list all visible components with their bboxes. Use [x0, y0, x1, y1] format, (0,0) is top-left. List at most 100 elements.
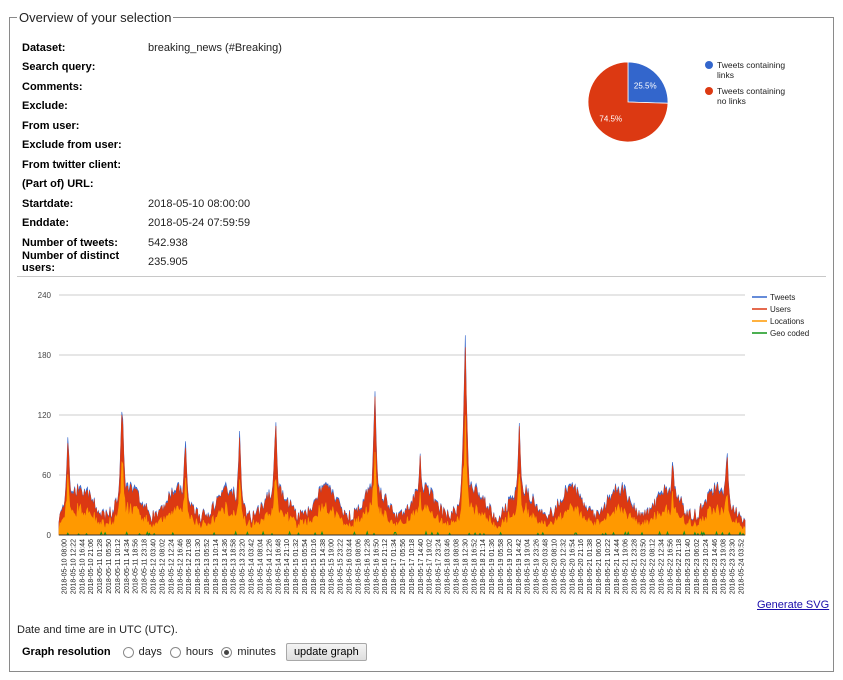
x-tick-label: 2018-05-15 05:54 [302, 539, 309, 594]
x-tick-label: 2018-05-19 10:20 [507, 539, 514, 594]
y-tick-label: 240 [38, 291, 52, 300]
x-tick-label: 2018-05-19 01:36 [489, 539, 496, 594]
info-row-startdate: Startdate: 2018-05-10 08:00:00 [22, 194, 282, 214]
info-label: Startdate: [22, 197, 74, 210]
x-tick-label: 2018-05-21 19:06 [623, 539, 630, 594]
x-tick-label: 2018-05-12 21:08 [186, 539, 193, 594]
x-tick-label: 2018-05-10 16:44 [79, 539, 86, 594]
resolution-option-days[interactable]: days [122, 646, 162, 658]
x-tick-label: 2018-05-20 21:16 [578, 539, 585, 594]
info-label: Exclude: [22, 100, 68, 113]
x-tick-label: 2018-05-19 14:42 [516, 539, 523, 594]
info-row-from-user: From user: [22, 116, 282, 136]
info-row-comments: Comments: [22, 77, 282, 97]
pie-legend-label: Tweets containing links [717, 60, 786, 80]
timezone-note: Date and time are in UTC (UTC). [17, 624, 178, 636]
x-tick-label: 2018-05-23 23:30 [730, 539, 737, 594]
pie-slice-label: 25.5% [634, 81, 657, 90]
x-tick-label: 2018-05-15 23:22 [338, 539, 345, 594]
info-value: 235.905 [148, 256, 188, 269]
x-tick-label: 2018-05-11 23:18 [142, 539, 149, 594]
radio-days[interactable] [122, 646, 134, 658]
legend-label: Users [770, 305, 791, 314]
x-tick-label: 2018-05-14 21:10 [284, 539, 291, 594]
info-row-exclude-user: Exclude from user: [22, 136, 282, 156]
x-tick-label: 2018-05-21 10:22 [605, 539, 612, 594]
x-tick-label: 2018-05-13 10:14 [213, 539, 220, 594]
x-tick-label: 2018-05-11 18:56 [133, 539, 140, 594]
x-tick-label: 2018-05-11 05:50 [106, 539, 113, 594]
pie-legend-item: Tweets containing no links [705, 86, 787, 106]
x-tick-label: 2018-05-12 12:24 [168, 539, 175, 594]
x-tick-label: 2018-05-17 10:18 [409, 539, 416, 594]
x-tick-label: 2018-05-16 21:12 [382, 539, 389, 594]
x-tick-label: 2018-05-18 08:08 [453, 539, 460, 594]
section-title: Overview of your selection [17, 10, 174, 25]
x-tick-label: 2018-05-16 16:50 [373, 539, 380, 594]
info-row-dataset: Dataset: breaking_news (#Breaking) [22, 38, 282, 58]
links-pie-chart: 25.5% 74.5% [587, 61, 669, 143]
info-label: (Part of) URL: [22, 178, 94, 191]
x-tick-label: 2018-05-15 14:38 [320, 539, 327, 594]
x-tick-label: 2018-05-13 23:20 [240, 539, 247, 594]
legend-dot-icon [705, 61, 713, 69]
resolution-label: Graph resolution [22, 646, 111, 658]
x-tick-label: 2018-05-14 03:42 [249, 539, 256, 594]
x-tick-label: 2018-05-17 23:24 [436, 539, 443, 594]
x-tick-label: 2018-05-15 19:00 [329, 539, 336, 594]
info-row-url: (Part of) URL: [22, 175, 282, 195]
x-tick-label: 2018-05-12 16:46 [177, 539, 184, 594]
x-tick-label: 2018-05-14 16:48 [275, 539, 282, 594]
x-tick-label: 2018-05-17 05:56 [400, 539, 407, 594]
x-tick-label: 2018-05-12 08:02 [159, 539, 166, 594]
x-tick-label: 2018-05-22 16:56 [667, 539, 674, 594]
radio-minutes[interactable] [221, 646, 233, 658]
x-tick-label: 2018-05-23 14:46 [712, 539, 719, 594]
x-tick-label: 2018-05-13 01:30 [195, 539, 202, 594]
info-value: 2018-05-10 08:00:00 [148, 197, 251, 210]
radio-hours[interactable] [169, 646, 181, 658]
pie-legend-label: Tweets containing no links [717, 86, 786, 106]
info-label: Number of distinct users: [22, 250, 120, 275]
y-tick-label: 60 [42, 471, 51, 480]
option-label: days [138, 646, 162, 658]
x-tick-label: 2018-05-15 01:32 [293, 539, 300, 594]
info-label: Number of tweets: [22, 236, 118, 249]
x-tick-label: 2018-05-13 14:36 [222, 539, 229, 594]
info-label: Search query: [22, 61, 96, 74]
x-tick-label: 2018-05-23 10:24 [703, 539, 710, 594]
x-tick-label: 2018-05-21 06:00 [596, 539, 603, 594]
x-tick-label: 2018-05-23 06:02 [694, 539, 701, 594]
info-label: Dataset: [22, 41, 66, 54]
pie-legend: Tweets containing links Tweets containing… [705, 60, 787, 112]
x-tick-label: 2018-05-14 12:26 [266, 539, 273, 594]
generate-svg-link[interactable]: Generate SVG [757, 599, 829, 611]
resolution-option-minutes[interactable]: minutes [221, 646, 276, 658]
x-tick-label: 2018-05-23 19:08 [721, 539, 728, 594]
x-tick-label: 2018-05-18 12:30 [462, 539, 469, 594]
legend-label: Geo coded [770, 329, 809, 338]
selection-info: Dataset: breaking_news (#Breaking) Search… [22, 38, 282, 275]
x-tick-label: 2018-05-16 03:44 [347, 539, 354, 594]
x-tick-label: 2018-05-17 19:02 [427, 539, 434, 594]
resolution-controls: Graph resolution days hours minutes upda… [22, 643, 367, 661]
x-tick-label: 2018-05-22 12:34 [658, 539, 665, 594]
info-label: From twitter client: [22, 158, 122, 171]
x-tick-label: 2018-05-22 03:50 [641, 539, 648, 594]
x-tick-label: 2018-05-16 12:28 [364, 539, 371, 594]
x-tick-label: 2018-05-18 16:52 [471, 539, 478, 594]
info-row-enddate: Enddate: 2018-05-24 07:59:59 [22, 214, 282, 234]
info-label: Enddate: [22, 217, 70, 230]
x-tick-label: 2018-05-19 05:58 [498, 539, 505, 594]
divider [17, 276, 826, 277]
info-value: 2018-05-24 07:59:59 [148, 217, 251, 230]
x-tick-label: 2018-05-24 03:52 [739, 539, 746, 594]
info-value: 542.938 [148, 236, 188, 249]
update-graph-button[interactable]: update graph [285, 643, 367, 661]
legend-label: Locations [770, 317, 804, 326]
legend-dot-icon [705, 87, 713, 95]
x-tick-label: 2018-05-20 12:32 [560, 539, 567, 594]
resolution-option-hours[interactable]: hours [169, 646, 213, 658]
x-tick-label: 2018-05-18 21:14 [480, 539, 487, 594]
info-row-exclude: Exclude: [22, 97, 282, 117]
